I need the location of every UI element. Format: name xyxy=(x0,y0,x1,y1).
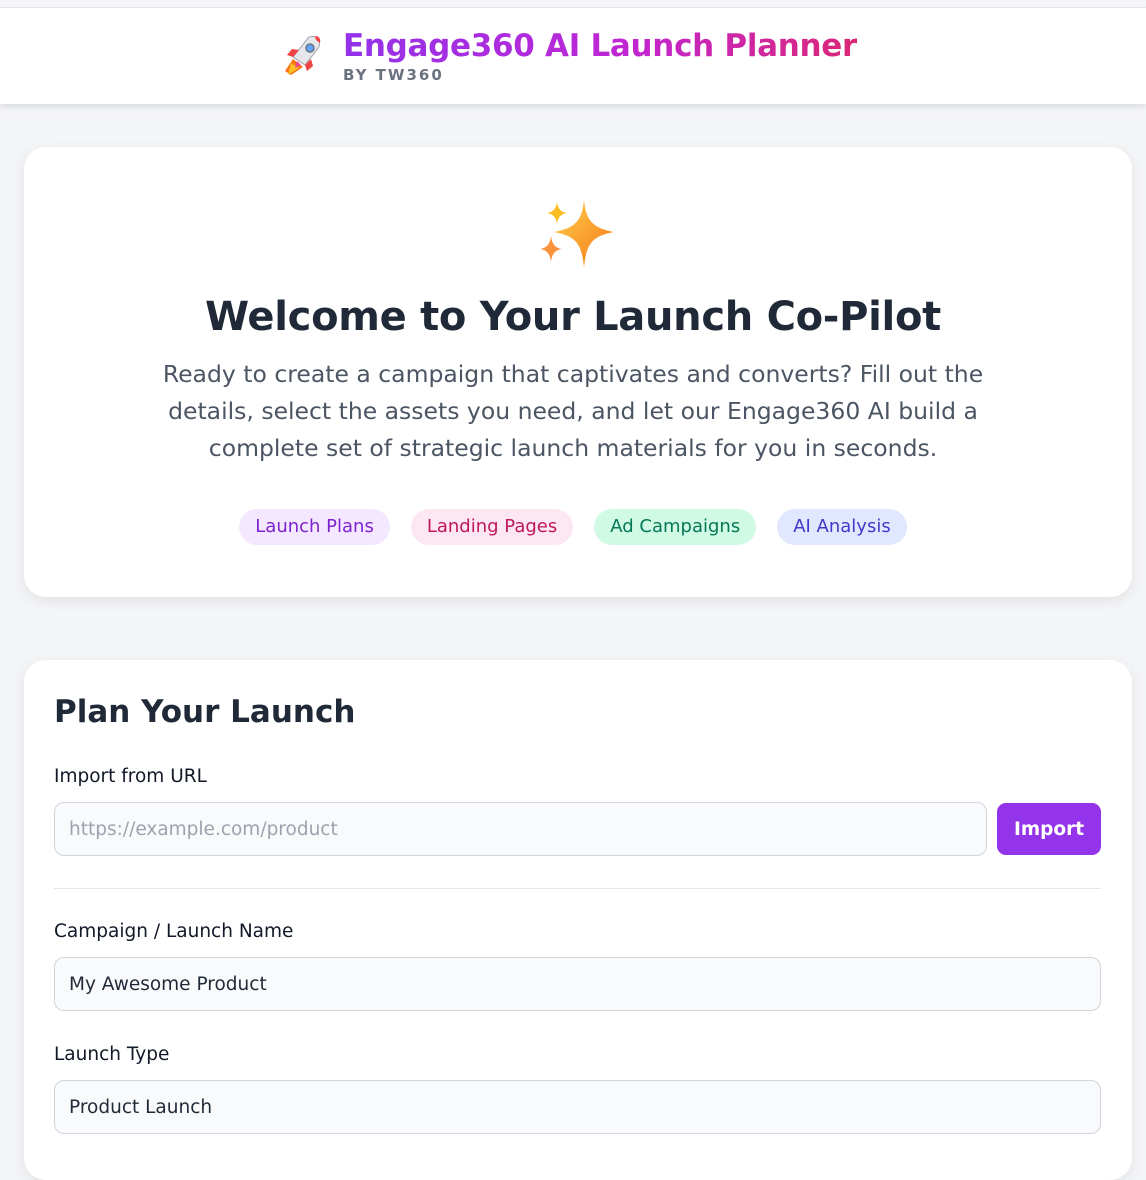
import-url-label: Import from URL xyxy=(54,766,207,787)
import-url-input[interactable] xyxy=(54,802,987,856)
feature-chips: Launch Plans Landing Pages Ad Campaigns … xyxy=(0,509,1146,545)
import-button[interactable]: Import xyxy=(997,803,1101,855)
divider xyxy=(54,888,1101,889)
chip-launch-plans: Launch Plans xyxy=(239,509,390,545)
launch-type-field[interactable] xyxy=(54,1080,1101,1134)
campaign-name-label: Campaign / Launch Name xyxy=(54,921,294,942)
plan-title: Plan Your Launch xyxy=(54,694,356,730)
launch-type-label: Launch Type xyxy=(54,1044,170,1065)
chip-ai-analysis: AI Analysis xyxy=(777,509,907,545)
welcome-title: Welcome to Your Launch Co-Pilot xyxy=(205,294,941,340)
app-title: Engage360 AI Launch Planner xyxy=(342,28,858,64)
campaign-name-input[interactable] xyxy=(54,957,1101,1011)
welcome-description: Ready to create a campaign that captivat… xyxy=(162,360,984,462)
app-subtitle: BY TW360 xyxy=(342,66,444,84)
brand: Engage360 AI Launch Planner BY TW360 xyxy=(279,28,857,84)
rocket-icon xyxy=(284,36,321,75)
window-top-edge xyxy=(0,0,1146,8)
app-header: Engage360 AI Launch Planner BY TW360 xyxy=(0,8,1146,104)
sparkles-icon xyxy=(540,200,614,268)
chip-landing-pages: Landing Pages xyxy=(410,509,574,545)
chip-ad-campaigns: Ad Campaigns xyxy=(594,509,757,545)
